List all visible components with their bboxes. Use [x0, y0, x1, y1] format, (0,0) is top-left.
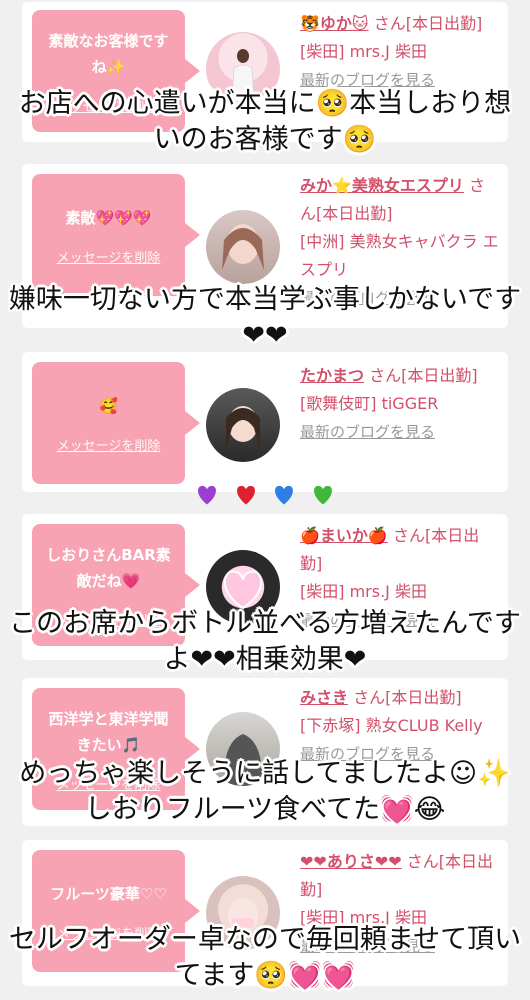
avatar[interactable] [206, 712, 280, 786]
blue-heart-icon [275, 485, 294, 505]
shop-link[interactable]: [柴田] mrs.J 柴田 [300, 908, 427, 927]
message-bubble: 素敵なお客様ですね✨ メッセージを削除 [32, 10, 200, 132]
girl-info: たかまつ さん[本日出勤] [歌舞伎町] tiGGER 最新のブログを見る [300, 362, 500, 446]
message-bubble: しおりさんBAR素敵だね💗 メッセージを削除 [32, 524, 200, 646]
message-card: 🥰 メッセージを削除 たかまつ さん[本日出勤] [歌舞伎町] tiGGER 最… [22, 352, 508, 492]
shop-link[interactable]: [柴田] mrs.J 柴田 [300, 42, 427, 61]
delete-message-link[interactable]: メッセージを削除 [57, 774, 161, 793]
purple-heart-icon [197, 485, 216, 505]
girl-name-link[interactable]: 🍎まいか🍎 [300, 526, 388, 545]
girl-name-link[interactable]: みか⭐美熟女エスプリ [300, 176, 464, 195]
san-label: さん[本日出勤] [373, 14, 483, 33]
girl-name-link[interactable]: たかまつ [300, 366, 364, 385]
message-card: しおりさんBAR素敵だね💗 メッセージを削除 🍎まいか🍎 さん[本日出勤] [柴… [22, 514, 508, 660]
avatar[interactable] [206, 32, 280, 106]
message-bubble: 西洋学と東洋学聞きたい🎵 メッセージを削除 [32, 688, 200, 810]
delete-message-link[interactable]: メッセージを削除 [57, 96, 161, 115]
delete-message-link[interactable]: メッセージを削除 [57, 923, 161, 942]
girl-name-link[interactable]: ❤❤ありさ❤❤ [300, 852, 402, 871]
message-card: 素敵なお客様ですね✨ メッセージを削除 🐯ゆか🐱 さん[本日出勤] [柴田] m… [22, 2, 508, 142]
san-label: さん[本日出勤] [369, 366, 478, 385]
girl-info: みか⭐美熟女エスプリ さん[本日出勤] [中洲] 美熟女キャバクラ エスプリ 最… [300, 172, 500, 312]
hearts-row [0, 476, 530, 510]
message-card: フルーツ豪華♡♡ メッセージを削除 ❤❤ありさ❤❤ さん[本日出勤] [柴田] … [22, 840, 508, 986]
blog-link[interactable]: 最新のブログを見る [300, 745, 435, 763]
message-card: 西洋学と東洋学聞きたい🎵 メッセージを削除 みさき さん[本日出勤] [下赤塚]… [22, 678, 508, 826]
girl-info: 🍎まいか🍎 さん[本日出勤] [柴田] mrs.J 柴田 最新のブログを見る [300, 522, 500, 634]
message-text: しおりさんBAR素敵だね💗 [46, 545, 171, 590]
delete-message-link[interactable]: メッセージを削除 [57, 610, 161, 629]
shop-link[interactable]: [下赤塚] 熟女CLUB Kelly [300, 716, 483, 735]
message-text: 素敵💖💖💖 [65, 208, 152, 227]
girl-info: みさき さん[本日出勤] [下赤塚] 熟女CLUB Kelly 最新のブログを見… [300, 684, 500, 768]
message-bubble: 🥰 メッセージを削除 [32, 362, 200, 484]
blog-link[interactable]: 最新のブログを見る [300, 289, 435, 307]
shop-link[interactable]: [柴田] mrs.J 柴田 [300, 582, 427, 601]
red-heart-icon [236, 485, 255, 505]
blog-link[interactable]: 最新のブログを見る [300, 937, 435, 955]
message-text: 西洋学と東洋学聞きたい🎵 [48, 709, 169, 754]
message-feed: 素敵なお客様ですね✨ メッセージを削除 🐯ゆか🐱 さん[本日出勤] [柴田] m… [0, 0, 530, 1000]
blog-link[interactable]: 最新のブログを見る [300, 71, 435, 89]
message-text: 🥰 [99, 396, 118, 415]
message-text: フルーツ豪華♡♡ [50, 884, 167, 903]
message-card: 素敵💖💖💖 メッセージを削除 みか⭐美熟女エスプリ さん[本日出勤] [中洲] … [22, 164, 508, 328]
blog-link[interactable]: 最新のブログを見る [300, 423, 435, 441]
girl-info: 🐯ゆか🐱 さん[本日出勤] [柴田] mrs.J 柴田 最新のブログを見る [300, 10, 500, 94]
avatar[interactable] [206, 210, 280, 284]
girl-info: ❤❤ありさ❤❤ さん[本日出勤] [柴田] mrs.J 柴田 最新のブログを見る [300, 848, 500, 960]
message-bubble: フルーツ豪華♡♡ メッセージを削除 [32, 850, 200, 972]
girl-name-link[interactable]: 🐯ゆか🐱 [300, 14, 369, 33]
shop-link[interactable]: [歌舞伎町] tiGGER [300, 394, 438, 413]
message-bubble: 素敵💖💖💖 メッセージを削除 [32, 174, 200, 296]
avatar[interactable] [206, 876, 280, 950]
message-text: 素敵なお客様ですね✨ [48, 31, 169, 76]
shop-link[interactable]: [中洲] 美熟女キャバクラ エスプリ [300, 232, 499, 279]
delete-message-link[interactable]: メッセージを削除 [57, 247, 161, 266]
girl-name-link[interactable]: みさき [300, 688, 348, 707]
blog-link[interactable]: 最新のブログを見る [300, 611, 435, 629]
green-heart-icon [314, 485, 333, 505]
delete-message-link[interactable]: メッセージを削除 [57, 435, 161, 454]
san-label: さん[本日出勤] [353, 688, 462, 707]
avatar[interactable] [206, 550, 280, 624]
avatar[interactable] [206, 388, 280, 462]
